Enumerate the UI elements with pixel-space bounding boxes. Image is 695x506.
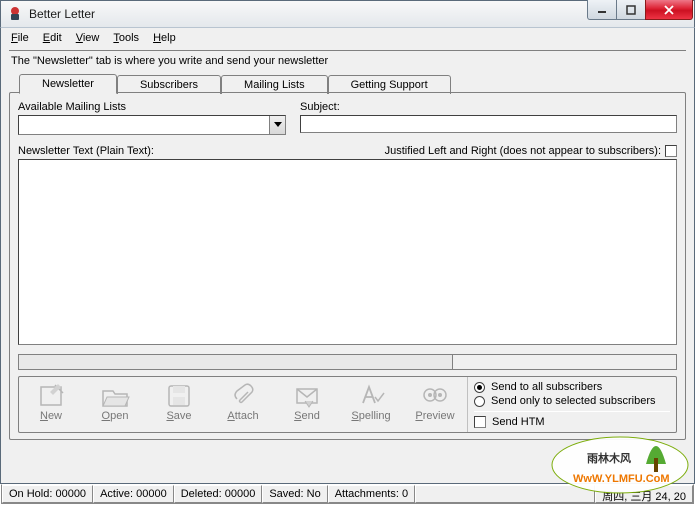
new-button[interactable]: New xyxy=(19,379,83,430)
available-mailing-lists-select[interactable] xyxy=(18,115,286,135)
save-icon xyxy=(163,383,195,409)
justified-checkbox[interactable] xyxy=(665,145,677,157)
menu-view[interactable]: View xyxy=(70,30,106,46)
spelling-icon xyxy=(355,383,387,409)
attach-button[interactable]: Attach xyxy=(211,379,275,430)
menu-tools[interactable]: Tools xyxy=(107,30,145,46)
send-button[interactable]: Send xyxy=(275,379,339,430)
menu-file[interactable]: File xyxy=(5,30,35,46)
close-button[interactable] xyxy=(645,0,693,20)
preview-button[interactable]: Preview xyxy=(403,379,467,430)
attach-icon xyxy=(227,383,259,409)
status-attachments: Attachments: 0 xyxy=(328,485,415,503)
spelling-button[interactable]: Spelling xyxy=(339,379,403,430)
available-mailing-lists-label: Available Mailing Lists xyxy=(18,101,286,113)
status-date: 周四, 三月 24, 20 xyxy=(595,485,693,503)
send-all-radio[interactable]: Send to all subscribers xyxy=(474,381,670,393)
subject-input[interactable] xyxy=(300,115,677,133)
save-button[interactable]: Save xyxy=(147,379,211,430)
status-saved: Saved: No xyxy=(262,485,327,503)
window-title: Better Letter xyxy=(29,7,588,21)
status-active: Active: 00000 xyxy=(93,485,174,503)
app-icon xyxy=(7,6,23,22)
preview-icon xyxy=(419,383,451,409)
tab-newsletter[interactable]: Newsletter xyxy=(19,74,117,94)
minimize-button[interactable] xyxy=(587,0,617,20)
subject-label: Subject: xyxy=(300,101,677,113)
open-button[interactable]: Open xyxy=(83,379,147,430)
hint-text: The "Newsletter" tab is where you write … xyxy=(9,51,686,73)
horizontal-scrollbar[interactable] xyxy=(18,354,677,370)
send-html-checkbox[interactable]: Send HTM xyxy=(474,416,670,428)
maximize-button[interactable] xyxy=(616,0,646,20)
send-icon xyxy=(291,383,323,409)
justified-label: Justified Left and Right (does not appea… xyxy=(385,145,661,157)
menu-help[interactable]: Help xyxy=(147,30,182,46)
send-selected-radio[interactable]: Send only to selected subscribers xyxy=(474,395,670,407)
status-bar: On Hold: 00000 Active: 00000 Deleted: 00… xyxy=(1,484,694,504)
status-deleted: Deleted: 00000 xyxy=(174,485,263,503)
newsletter-text-editor[interactable] xyxy=(18,159,677,345)
status-on-hold: On Hold: 00000 xyxy=(2,485,93,503)
menu-edit[interactable]: Edit xyxy=(37,30,68,46)
open-icon xyxy=(99,383,131,409)
newsletter-text-label: Newsletter Text (Plain Text): xyxy=(18,145,154,157)
new-icon xyxy=(35,383,67,409)
